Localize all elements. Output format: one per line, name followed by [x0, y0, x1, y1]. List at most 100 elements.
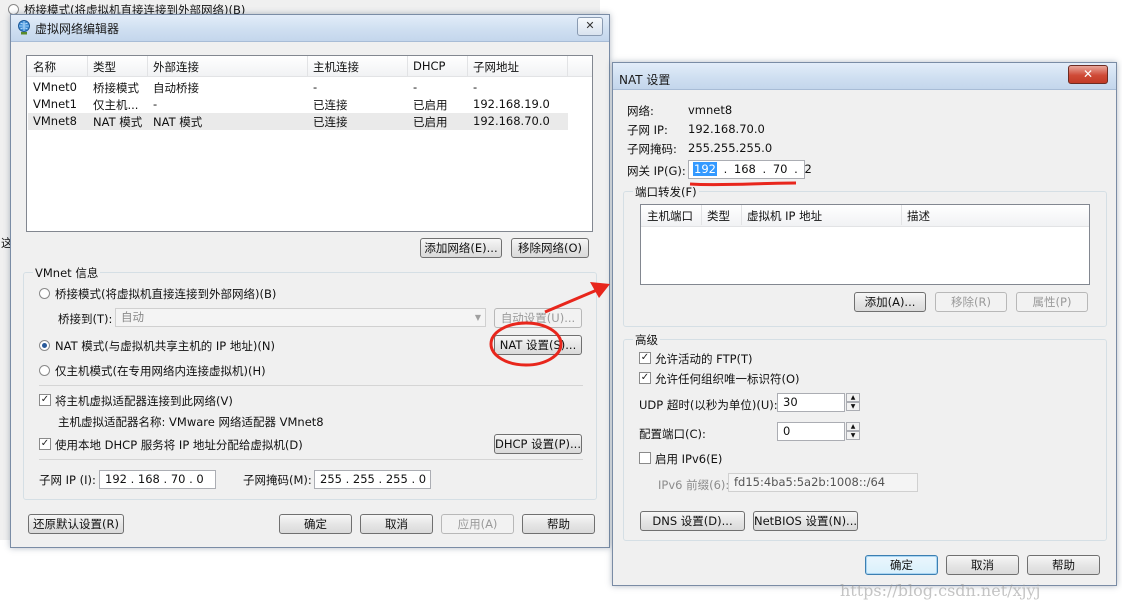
- nat-mode-radio[interactable]: [39, 340, 50, 351]
- cell-type: 仅主机...: [93, 98, 139, 112]
- cell-dhcp: 已启用: [413, 115, 448, 129]
- port-forwarding-label: 端口转发(F): [633, 184, 699, 200]
- table-row[interactable]: VMnet1 仅主机... - 已连接 已启用 192.168.19.0: [28, 96, 591, 113]
- port-forwarding-header: 主机端口 类型 虚拟机 IP 地址 描述: [641, 205, 1089, 227]
- col-external[interactable]: 外部连接: [153, 59, 199, 75]
- nat-cancel-button[interactable]: 取消: [946, 555, 1019, 575]
- config-port-spinner[interactable]: ▲ ▼: [846, 422, 860, 441]
- allow-ftp-label[interactable]: 允许活动的 FTP(T): [655, 351, 753, 367]
- spin-down-icon[interactable]: ▼: [846, 402, 860, 411]
- gateway-ip-field[interactable]: 192 . 168 . 70 . 2: [688, 160, 812, 179]
- subnet-ip-label: 子网 IP:: [627, 123, 668, 137]
- spin-up-icon[interactable]: ▲: [846, 393, 860, 402]
- cell-type: 桥接模式: [93, 81, 139, 95]
- col-type[interactable]: 类型: [93, 59, 116, 75]
- apply-button[interactable]: 应用(A): [441, 514, 514, 534]
- subnet-ip-field[interactable]: 192 . 168 . 70 . 0: [99, 470, 216, 489]
- nat-settings-button[interactable]: NAT 设置(S)...: [494, 335, 582, 355]
- pf-add-button[interactable]: 添加(A)...: [854, 292, 926, 312]
- cancel-button[interactable]: 取消: [360, 514, 433, 534]
- connect-adapter-label[interactable]: 将主机虚拟适配器连接到此网络(V): [55, 393, 233, 409]
- use-dhcp-checkbox[interactable]: ✓: [39, 438, 51, 450]
- use-dhcp-label[interactable]: 使用本地 DHCP 服务将 IP 地址分配给虚拟机(D): [55, 437, 303, 453]
- enable-ipv6-label[interactable]: 启用 IPv6(E): [655, 451, 722, 467]
- nat-close-button[interactable]: ✕: [1068, 65, 1108, 84]
- vne-close-button[interactable]: ✕: [577, 17, 603, 36]
- ipv6-prefix-label: IPv6 前缀(6):: [658, 478, 730, 492]
- col-host[interactable]: 主机连接: [313, 59, 359, 75]
- cell-dhcp: 已启用: [413, 98, 448, 112]
- nat-title: NAT 设置: [619, 73, 671, 87]
- table-row[interactable]: VMnet0 桥接模式 自动桥接 - - -: [28, 79, 591, 96]
- udp-timeout-field[interactable]: 30: [777, 393, 845, 412]
- netbios-settings-button[interactable]: NetBIOS 设置(N)...: [753, 511, 858, 531]
- subnet-ip-value: 192.168.70.0: [688, 122, 765, 136]
- port-forwarding-table[interactable]: 主机端口 类型 虚拟机 IP 地址 描述: [640, 204, 1090, 285]
- restore-defaults-button[interactable]: 还原默认设置(R): [28, 514, 124, 534]
- col-description[interactable]: 描述: [907, 208, 930, 224]
- bridge-mode-radio[interactable]: [39, 288, 50, 299]
- cell-subnet: -: [473, 80, 478, 94]
- nat-mode-label[interactable]: NAT 模式(与虚拟机共享主机的 IP 地址)(N): [55, 338, 275, 354]
- host-only-radio[interactable]: [39, 365, 50, 376]
- vmnet-info-label: VMnet 信息: [33, 265, 101, 281]
- dhcp-settings-button[interactable]: DHCP 设置(P)...: [494, 434, 582, 454]
- connect-adapter-checkbox[interactable]: ✓: [39, 394, 51, 406]
- watermark: https://blog.csdn.net/xjyj: [840, 581, 1041, 600]
- subnet-mask-label: 子网掩码(M):: [243, 473, 312, 487]
- dns-settings-button[interactable]: DNS 设置(D)...: [640, 511, 745, 531]
- network-globe-icon: [18, 20, 30, 35]
- cell-subnet: 192.168.70.0: [473, 114, 550, 128]
- adapter-name-label: 主机虚拟适配器名称: VMware 网络适配器 VMnet8: [58, 415, 324, 429]
- bridge-to-value: 自动: [121, 310, 144, 324]
- subnet-mask-label: 子网掩码:: [627, 142, 677, 156]
- col-host-port[interactable]: 主机端口: [647, 208, 693, 224]
- table-row-selected[interactable]: VMnet8 NAT 模式 NAT 模式 已连接 已启用 192.168.70.…: [28, 113, 568, 130]
- vmnet-info-group: [23, 272, 597, 500]
- auto-settings-button[interactable]: 自动设置(U)...: [494, 308, 582, 328]
- enable-ipv6-checkbox[interactable]: [639, 452, 651, 464]
- gateway-octet-3: 70: [772, 162, 788, 176]
- col-subnet[interactable]: 子网地址: [473, 59, 519, 75]
- bridge-to-label: 桥接到(T):: [58, 312, 113, 326]
- gateway-octet-4: 2: [804, 162, 812, 176]
- allow-ftp-checkbox[interactable]: ✓: [639, 352, 651, 364]
- col-pf-type[interactable]: 类型: [707, 208, 730, 224]
- col-vm-ip[interactable]: 虚拟机 IP 地址: [747, 208, 822, 224]
- ok-button[interactable]: 确定: [279, 514, 352, 534]
- nat-ok-button[interactable]: 确定: [865, 555, 938, 575]
- bridge-to-select[interactable]: 自动 ▼: [115, 308, 486, 327]
- divider: [39, 459, 583, 460]
- gateway-ip-label: 网关 IP(G):: [627, 164, 686, 178]
- pf-properties-button[interactable]: 属性(P): [1016, 292, 1088, 312]
- spin-down-icon[interactable]: ▼: [846, 431, 860, 440]
- subnet-mask-value: 255.255.255.0: [688, 141, 773, 155]
- col-name[interactable]: 名称: [33, 59, 56, 75]
- help-button[interactable]: 帮助: [522, 514, 595, 534]
- nat-settings-window: NAT 设置 ✕ 网络: vmnet8 子网 IP: 192.168.70.0 …: [612, 62, 1117, 586]
- allow-uid-checkbox[interactable]: ✓: [639, 372, 651, 384]
- subnet-ip-label: 子网 IP (I):: [39, 473, 96, 487]
- vne-title: 虚拟网络编辑器: [35, 22, 120, 36]
- udp-timeout-spinner[interactable]: ▲ ▼: [846, 393, 860, 412]
- bridge-mode-label[interactable]: 桥接模式(将虚拟机直接连接到外部网络)(B): [55, 286, 276, 302]
- network-table[interactable]: 名称 类型 外部连接 主机连接 DHCP 子网地址 VMnet0 桥接模式 自动…: [26, 55, 593, 232]
- allow-uid-label[interactable]: 允许任何组织唯一标识符(O): [655, 371, 800, 387]
- host-only-label[interactable]: 仅主机模式(在专用网络内连接虚拟机)(H): [55, 363, 266, 379]
- nat-titlebar: NAT 设置 ✕: [613, 63, 1116, 90]
- cell-type: NAT 模式: [93, 115, 143, 129]
- pf-remove-button[interactable]: 移除(R): [935, 292, 1007, 312]
- ipv6-prefix-field[interactable]: fd15:4ba5:5a2b:1008::/64: [728, 473, 918, 492]
- spin-up-icon[interactable]: ▲: [846, 422, 860, 431]
- nat-help-button[interactable]: 帮助: [1027, 555, 1100, 575]
- remove-network-button[interactable]: 移除网络(O): [511, 238, 589, 258]
- subnet-mask-field[interactable]: 255 . 255 . 255 . 0: [314, 470, 431, 489]
- add-network-button[interactable]: 添加网络(E)...: [420, 238, 502, 258]
- advanced-label: 高级: [633, 332, 660, 348]
- col-dhcp[interactable]: DHCP: [413, 59, 445, 73]
- cell-host: 已连接: [313, 98, 348, 112]
- network-table-header: 名称 类型 外部连接 主机连接 DHCP 子网地址: [27, 56, 592, 77]
- cell-host: -: [313, 80, 318, 94]
- cell-external: -: [153, 97, 158, 111]
- config-port-field[interactable]: 0: [777, 422, 845, 441]
